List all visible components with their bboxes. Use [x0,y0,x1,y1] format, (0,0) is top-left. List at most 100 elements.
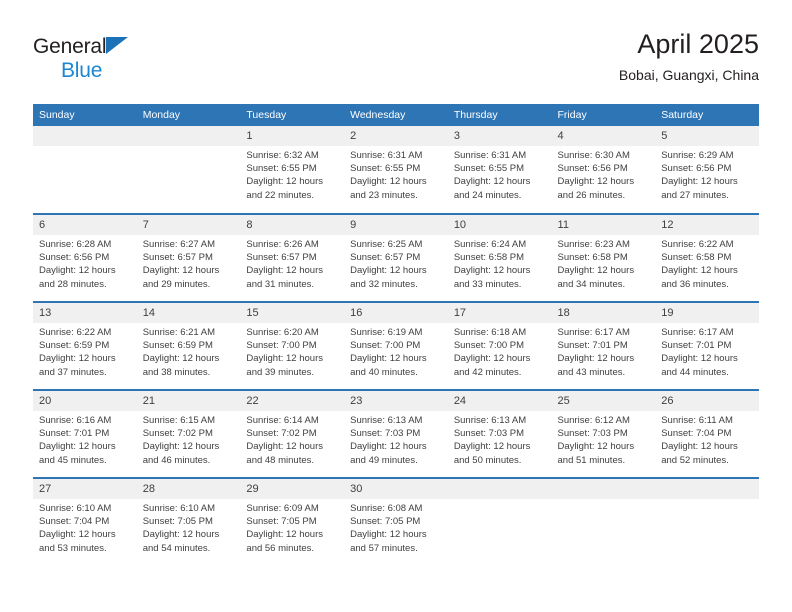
day-cell[interactable]: 4 Sunrise: 6:30 AM Sunset: 6:56 PM Daylight… [551,126,656,214]
day-number: 28 [136,479,241,499]
daylight-text-line2: and 27 minutes. [661,189,729,201]
day-cell[interactable]: 3 Sunrise: 6:31 AM Sunset: 6:55 PM Daylight… [447,126,552,214]
day-number [33,126,137,146]
day-cell[interactable]: 22 Sunrise: 6:14 AM Sunset: 7:02 PM Dayligh… [240,389,345,478]
sunrise-text: Sunrise: 6:08 AM [350,503,423,514]
sunset-text: Sunset: 7:05 PM [246,516,317,528]
daylight-text-line1: Daylight: 12 hours [350,353,427,365]
daylight-text-line2: and 37 minutes. [39,366,107,378]
sunset-text: Sunset: 7:00 PM [246,340,317,352]
day-cell[interactable]: 20 Sunrise: 6:16 AM Sunset: 7:01 PM Dayligh… [33,389,137,478]
day-cell[interactable]: 7 Sunrise: 6:27 AM Sunset: 6:57 PM Daylight… [136,213,241,302]
daylight-text-line1: Daylight: 12 hours [142,265,220,277]
sunset-text: Sunset: 6:56 PM [661,163,732,175]
daylight-text-line1: Daylight: 12 hours [142,529,220,541]
day-number [447,479,552,499]
daylight-text-line2: and 32 minutes. [350,278,418,290]
daylight-text-line2: and 38 minutes. [142,366,211,378]
day-number: 9 [344,215,448,235]
day-cell-empty [551,477,656,566]
daylight-text-line1: Daylight: 12 hours [557,441,635,453]
day-cell[interactable]: 21 Sunrise: 6:15 AM Sunset: 7:02 PM Dayligh… [136,389,241,478]
day-info: Sunrise: 6:26 AM Sunset: 6:57 PM Daylight:… [240,235,344,291]
sunset-text: Sunset: 7:01 PM [661,340,732,352]
day-info: Sunrise: 6:18 AM Sunset: 7:00 PM Daylight:… [448,323,552,379]
calendar-body: 1 Sunrise: 6:32 AM Sunset: 6:55 PM Daylight… [33,126,759,566]
day-cell[interactable]: 19 Sunrise: 6:17 AM Sunset: 7:01 PM Dayligh… [655,301,759,390]
sunset-text: Sunset: 6:59 PM [142,340,213,352]
daylight-text-line2: and 24 minutes. [453,189,522,201]
day-number: 14 [136,303,241,323]
day-cell[interactable]: 9 Sunrise: 6:25 AM Sunset: 6:57 PM Daylight… [344,213,448,302]
day-cell[interactable]: 26 Sunrise: 6:11 AM Sunset: 7:04 PM Dayligh… [655,389,759,478]
day-cell[interactable]: 10 Sunrise: 6:24 AM Sunset: 6:58 PM Dayligh… [447,213,552,302]
day-cell[interactable]: 5 Sunrise: 6:29 AM Sunset: 6:56 PM Daylight… [655,126,759,214]
daylight-text-line1: Daylight: 12 hours [557,353,635,365]
brand-triangle-icon [106,37,129,54]
sunrise-text: Sunrise: 6:28 AM [39,239,112,250]
daylight-text-line2: and 50 minutes. [453,454,522,466]
day-number: 22 [240,391,345,411]
day-info: Sunrise: 6:15 AM Sunset: 7:02 PM Daylight:… [137,411,241,467]
day-cell[interactable]: 11 Sunrise: 6:23 AM Sunset: 6:58 PM Dayligh… [551,213,656,302]
sunrise-text: Sunrise: 6:11 AM [661,415,733,426]
weekday-header-tuesday: Tuesday [240,104,345,126]
weekday-header-friday: Friday [551,104,656,126]
brand-blue-text: Blue [61,59,103,82]
sunrise-text: Sunrise: 6:15 AM [142,415,216,426]
sunset-text: Sunset: 6:58 PM [661,252,732,264]
day-info: Sunrise: 6:32 AM Sunset: 6:55 PM Daylight:… [240,146,344,202]
day-cell[interactable]: 15 Sunrise: 6:20 AM Sunset: 7:00 PM Dayligh… [240,301,345,390]
sunset-text: Sunset: 7:00 PM [453,340,525,352]
sunrise-text: Sunrise: 6:22 AM [661,239,734,250]
day-number [655,479,759,499]
brand-general-text: General [33,35,107,58]
sunrise-text: Sunrise: 6:29 AM [661,150,734,161]
day-cell[interactable]: 14 Sunrise: 6:21 AM Sunset: 6:59 PM Dayligh… [136,301,241,390]
daylight-text-line2: and 26 minutes. [557,189,626,201]
sunrise-text: Sunrise: 6:18 AM [453,327,527,338]
day-cell[interactable]: 12 Sunrise: 6:22 AM Sunset: 6:58 PM Dayligh… [655,213,759,302]
sunrise-text: Sunrise: 6:17 AM [557,327,630,338]
day-info: Sunrise: 6:22 AM Sunset: 6:59 PM Daylight:… [33,323,137,379]
day-info: Sunrise: 6:12 AM Sunset: 7:03 PM Daylight:… [552,411,656,467]
day-cell[interactable]: 25 Sunrise: 6:12 AM Sunset: 7:03 PM Dayligh… [551,389,656,478]
page-header: General Blue April 2025 Bobai, Guangxi, … [33,28,759,98]
day-number: 25 [551,391,656,411]
day-cell[interactable]: 1 Sunrise: 6:32 AM Sunset: 6:55 PM Daylight… [240,126,345,214]
brand-logo[interactable]: General Blue [33,36,213,88]
calendar-week-row: 13 Sunrise: 6:22 AM Sunset: 6:59 PM Dayligh… [33,301,759,390]
daylight-text-line1: Daylight: 12 hours [246,529,323,541]
daylight-text-line1: Daylight: 12 hours [557,265,635,277]
daylight-text-line2: and 39 minutes. [246,366,315,378]
calendar-header-row: Sunday Monday Tuesday Wednesday Thursday Frid… [33,104,759,126]
day-cell[interactable]: 8 Sunrise: 6:26 AM Sunset: 6:57 PM Daylight… [240,213,345,302]
daylight-text-line2: and 42 minutes. [453,366,522,378]
day-info: Sunrise: 6:11 AM Sunset: 7:04 PM Daylight:… [655,411,759,467]
daylight-text-line1: Daylight: 12 hours [142,353,220,365]
day-cell[interactable]: 2 Sunrise: 6:31 AM Sunset: 6:55 PM Daylight… [344,126,448,214]
day-cell[interactable]: 23 Sunrise: 6:13 AM Sunset: 7:03 PM Dayligh… [344,389,448,478]
day-cell[interactable]: 27 Sunrise: 6:10 AM Sunset: 7:04 PM Dayligh… [33,477,137,566]
day-cell[interactable]: 17 Sunrise: 6:18 AM Sunset: 7:00 PM Dayligh… [447,301,552,390]
day-number: 29 [240,479,345,499]
day-cell[interactable]: 18 Sunrise: 6:17 AM Sunset: 7:01 PM Dayligh… [551,301,656,390]
daylight-text-line2: and 34 minutes. [557,278,626,290]
daylight-text-line1: Daylight: 12 hours [246,265,323,277]
sunset-text: Sunset: 6:58 PM [453,252,525,264]
sunrise-text: Sunrise: 6:26 AM [246,239,319,250]
day-number: 10 [447,215,552,235]
weekday-header-wednesday: Wednesday [344,104,448,126]
sunrise-text: Sunrise: 6:16 AM [39,415,112,426]
daylight-text-line2: and 57 minutes. [350,542,418,554]
day-cell[interactable]: 30 Sunrise: 6:08 AM Sunset: 7:05 PM Dayligh… [344,477,448,566]
day-number: 5 [655,126,759,146]
day-cell[interactable]: 24 Sunrise: 6:13 AM Sunset: 7:03 PM Dayligh… [447,389,552,478]
day-cell[interactable]: 16 Sunrise: 6:19 AM Sunset: 7:00 PM Dayligh… [344,301,448,390]
sunset-text: Sunset: 6:55 PM [350,163,421,175]
daylight-text-line1: Daylight: 12 hours [246,441,323,453]
day-cell[interactable]: 28 Sunrise: 6:10 AM Sunset: 7:05 PM Dayligh… [136,477,241,566]
day-cell[interactable]: 6 Sunrise: 6:28 AM Sunset: 6:56 PM Daylight… [33,213,137,302]
day-cell[interactable]: 29 Sunrise: 6:09 AM Sunset: 7:05 PM Dayligh… [240,477,345,566]
day-cell[interactable]: 13 Sunrise: 6:22 AM Sunset: 6:59 PM Dayligh… [33,301,137,390]
